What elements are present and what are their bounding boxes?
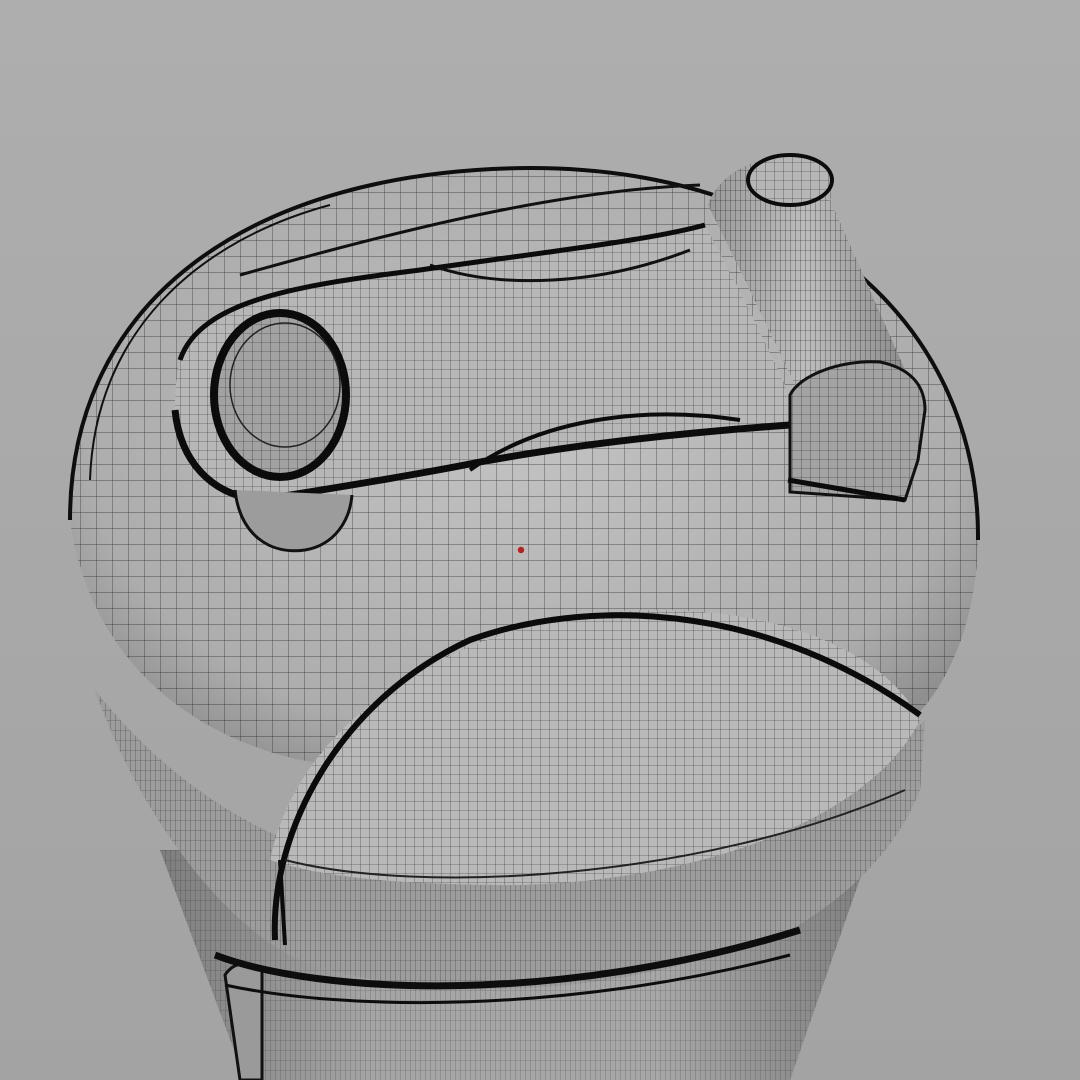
origin-dot-icon [517, 546, 525, 554]
hinge-latch-block [787, 360, 927, 503]
3d-viewport[interactable] [0, 0, 1080, 1080]
shaker-bottle-wireframe-model [68, 153, 981, 1080]
